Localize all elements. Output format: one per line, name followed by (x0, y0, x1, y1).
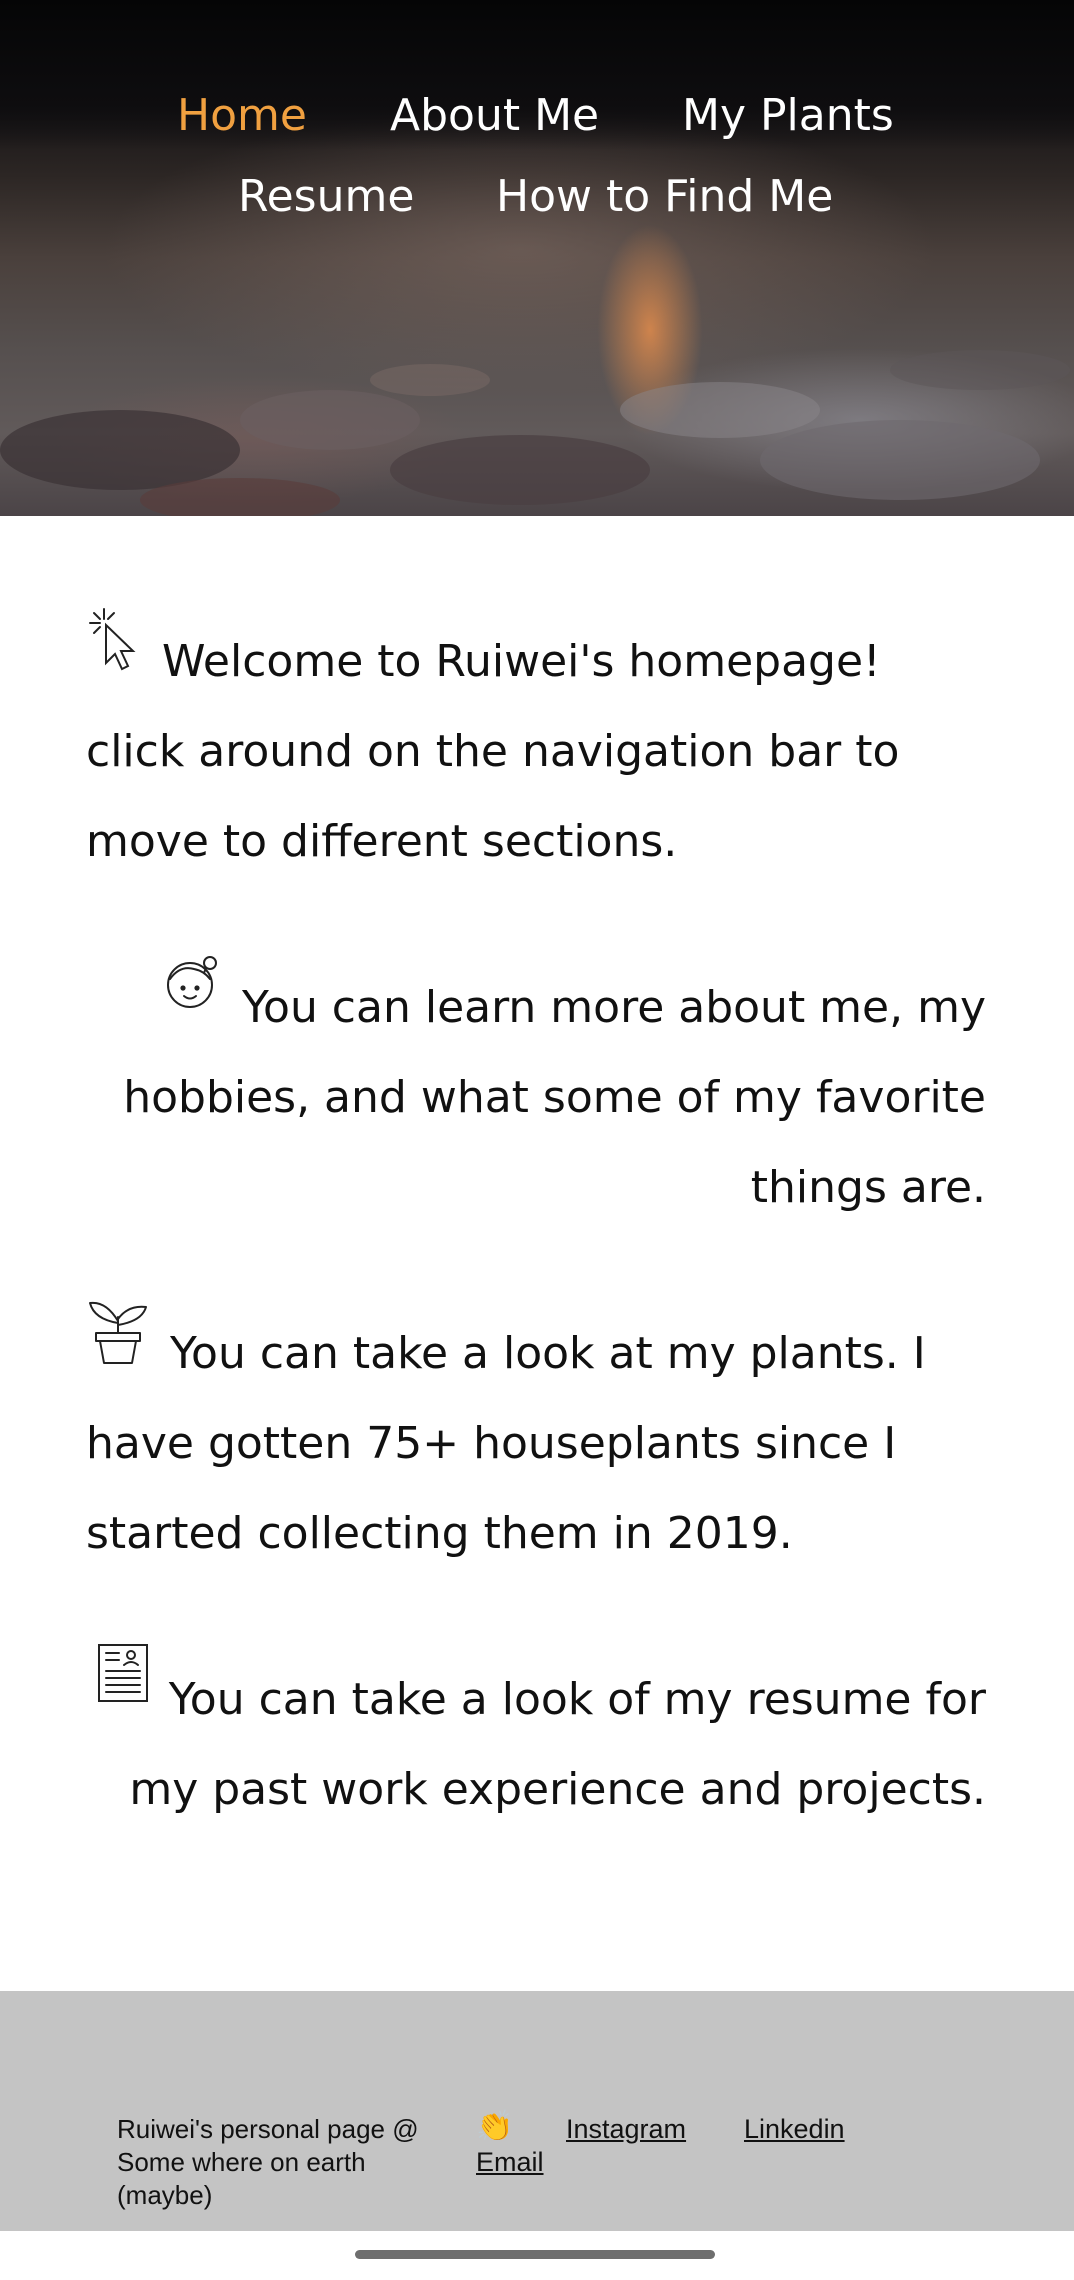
cursor-click-icon (86, 605, 142, 702)
nav-item-resume[interactable]: Resume (238, 171, 414, 223)
footer-info: Ruiwei's personal page @ Some where on e… (117, 2114, 419, 2210)
plants-section: You can take a look at my plants. I have… (86, 1301, 986, 1579)
potted-plant-icon (86, 1297, 150, 1396)
instagram-link[interactable]: Instagram (566, 2113, 686, 2146)
hero-banner: Home About Me My Plants Resume How to Fi… (0, 0, 1074, 516)
about-text: You can learn more about me, my hobbies,… (123, 982, 986, 1213)
hero-rocks-reflection (0, 350, 1070, 516)
plants-text: You can take a look at my plants. I have… (86, 1328, 926, 1559)
welcome-text: Welcome to Ruiwei's homepage! click arou… (86, 636, 900, 867)
resume-document-icon (97, 1643, 149, 1734)
nav-item-how-to-find-me[interactable]: How to Find Me (496, 171, 833, 223)
linkedin-link[interactable]: Linkedin (744, 2113, 845, 2146)
resume-section: You can take a look of my resume for my … (86, 1644, 986, 1835)
resume-text: You can take a look of my resume for my … (129, 1674, 986, 1815)
nav-item-my-plants[interactable]: My Plants (682, 90, 894, 142)
email-link[interactable]: Email (476, 2146, 544, 2179)
home-indicator[interactable] (355, 2250, 715, 2259)
nav-item-home[interactable]: Home (177, 90, 307, 142)
clapping-hands-icon: 👏 (476, 2110, 514, 2143)
nav-item-about-me[interactable]: About Me (390, 90, 599, 142)
welcome-section: Welcome to Ruiwei's homepage! click arou… (86, 608, 986, 887)
page: Home About Me My Plants Resume How to Fi… (0, 0, 1074, 2280)
page-footer: Ruiwei's personal page @ Some where on e… (0, 1991, 1074, 2231)
girl-face-icon (164, 951, 222, 1042)
about-section: You can learn more about me, my hobbies,… (86, 956, 986, 1233)
